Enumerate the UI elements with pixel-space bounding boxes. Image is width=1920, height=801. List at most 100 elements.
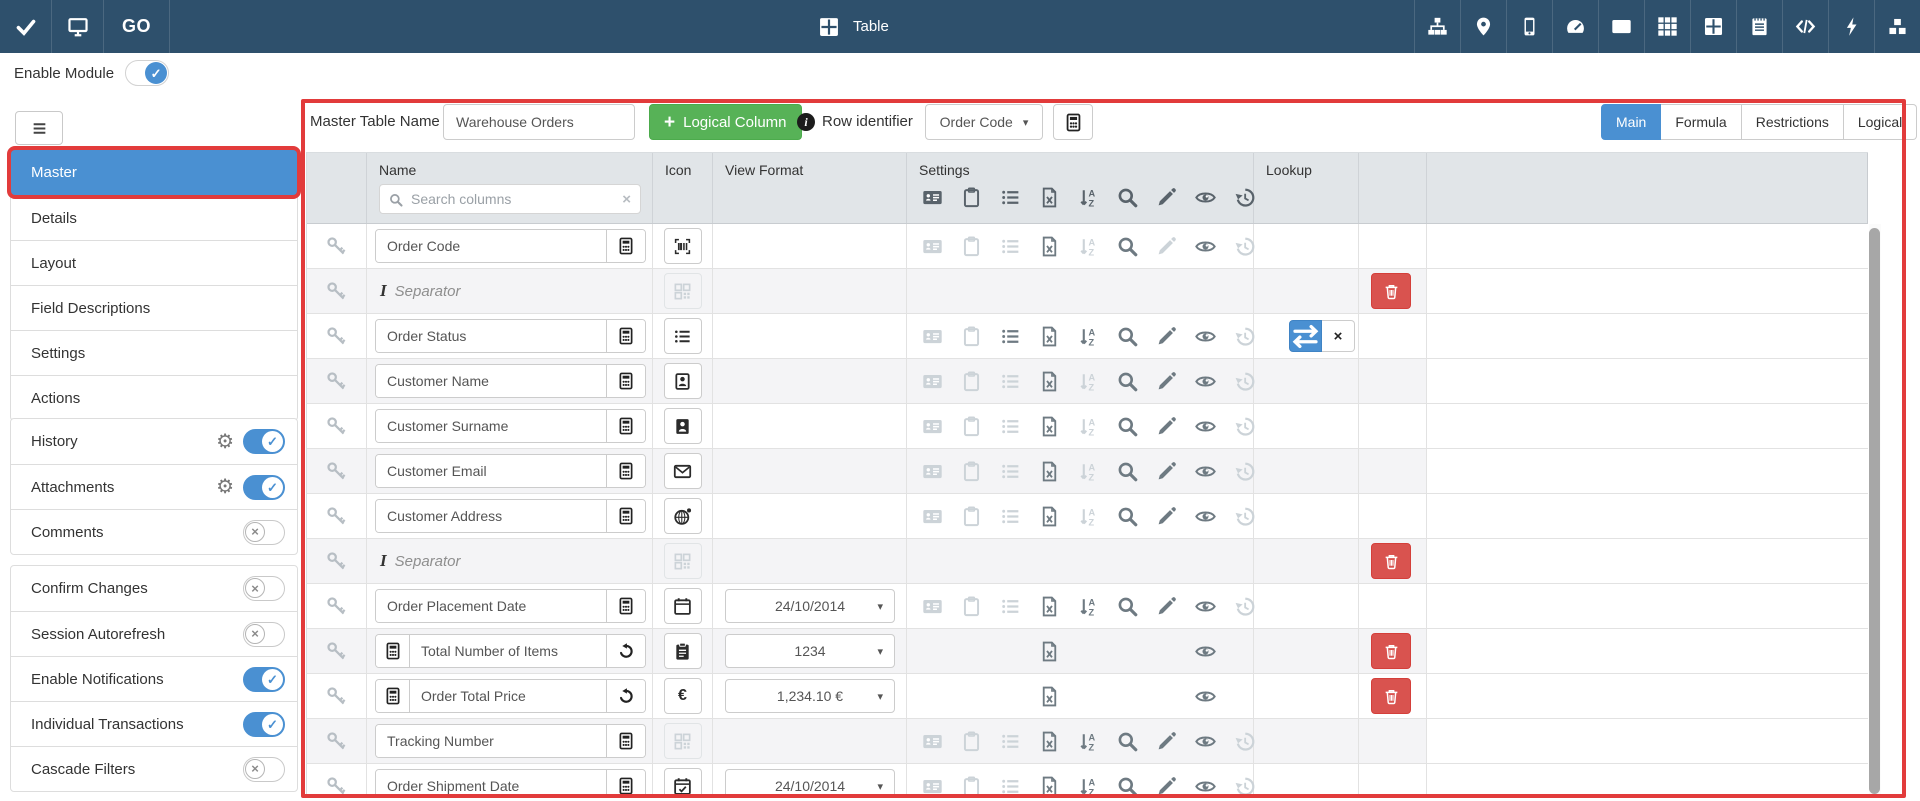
- setting-list-toggle[interactable]: [1000, 596, 1021, 617]
- column-icon-button[interactable]: [664, 228, 702, 264]
- setting-eye-toggle[interactable]: [1195, 641, 1216, 662]
- column-icon-button[interactable]: [664, 408, 702, 444]
- setting-clipboard-toggle[interactable]: [961, 596, 982, 617]
- column-icon-button[interactable]: [664, 543, 702, 579]
- view-format-select[interactable]: 1,234.10 €▾: [725, 679, 895, 713]
- setting-eye-toggle[interactable]: [1195, 731, 1216, 752]
- setting-id-card-toggle[interactable]: [922, 596, 943, 617]
- row-handle[interactable]: [307, 404, 367, 448]
- individual-transactions-toggle[interactable]: ✓: [243, 712, 285, 737]
- delete-row-button[interactable]: [1371, 678, 1411, 714]
- setting-id-card-toggle[interactable]: [922, 506, 943, 527]
- column-name-input[interactable]: [376, 230, 606, 262]
- cascade-filters-toggle[interactable]: ×: [243, 757, 285, 782]
- setting-clipboard-toggle[interactable]: [961, 506, 982, 527]
- column-name-input[interactable]: [376, 320, 606, 352]
- sidebar-item-attachments[interactable]: Attachments⚙✓: [11, 464, 297, 509]
- calc-button[interactable]: [606, 500, 645, 532]
- setting-history-toggle[interactable]: [1234, 596, 1255, 617]
- column-name-input[interactable]: [376, 455, 606, 487]
- undo-button[interactable]: [606, 680, 645, 712]
- setting-search-toggle[interactable]: [1117, 236, 1138, 257]
- setting-file-excel-toggle[interactable]: [1039, 371, 1060, 392]
- setting-pencil-toggle[interactable]: [1156, 686, 1177, 707]
- setting-list-toggle[interactable]: [1000, 371, 1021, 392]
- tab-logical[interactable]: Logical: [1844, 104, 1917, 140]
- setting-search-toggle[interactable]: [1117, 461, 1138, 482]
- setting-clipboard-toggle[interactable]: [961, 776, 982, 797]
- calc-button[interactable]: [606, 590, 645, 622]
- setting-file-excel-toggle[interactable]: [1039, 416, 1060, 437]
- navbar-id-card-button[interactable]: [1598, 0, 1644, 53]
- formula-calc-button[interactable]: [376, 680, 410, 712]
- session-autorefresh-toggle[interactable]: ×: [243, 622, 285, 647]
- setting-eye-toggle[interactable]: [1195, 461, 1216, 482]
- setting-file-excel-toggle[interactable]: [1039, 641, 1060, 662]
- view-format-select[interactable]: 1234▾: [725, 634, 895, 668]
- navbar-code-button[interactable]: [1782, 0, 1828, 53]
- tab-formula[interactable]: Formula: [1661, 104, 1741, 140]
- view-format-select[interactable]: 24/10/2014▾: [725, 769, 895, 798]
- setting-search-toggle[interactable]: [1117, 641, 1138, 662]
- setting-clipboard-toggle[interactable]: [961, 371, 982, 392]
- delete-row-button[interactable]: [1371, 633, 1411, 669]
- navbar-monitor-button[interactable]: [52, 0, 104, 53]
- column-name-input[interactable]: [410, 680, 606, 712]
- setting-pencil-toggle[interactable]: [1156, 731, 1177, 752]
- enable-module-toggle[interactable]: ✓: [125, 60, 169, 86]
- calc-button[interactable]: [606, 725, 645, 757]
- navbar-bolt-button[interactable]: [1828, 0, 1874, 53]
- setting-file-excel-toggle[interactable]: [1039, 236, 1060, 257]
- navbar-grid-3x3-button[interactable]: [1644, 0, 1690, 53]
- column-name-input[interactable]: [376, 770, 606, 798]
- setting-eye-toggle[interactable]: [1195, 326, 1216, 347]
- column-icon-button[interactable]: [664, 498, 702, 534]
- search-columns-input[interactable]: [411, 191, 614, 207]
- setting-list-toggle[interactable]: [1000, 731, 1021, 752]
- setting-id-card-toggle[interactable]: [922, 416, 943, 437]
- setting-sort-alpha-toggle[interactable]: AZ: [1078, 731, 1099, 752]
- setting-history-toggle[interactable]: [1234, 686, 1255, 707]
- setting-history-toggle[interactable]: [1234, 641, 1255, 662]
- setting-id-card-toggle[interactable]: [922, 461, 943, 482]
- column-icon-button[interactable]: [664, 363, 702, 399]
- column-name-input[interactable]: [376, 725, 606, 757]
- setting-eye-toggle[interactable]: [1195, 596, 1216, 617]
- setting-sort-alpha-toggle[interactable]: AZ: [1078, 371, 1099, 392]
- setting-sort-alpha-toggle[interactable]: AZ: [1078, 506, 1099, 527]
- confirm-changes-toggle[interactable]: ×: [243, 576, 285, 601]
- setting-sort-alpha-toggle[interactable]: AZ: [1078, 461, 1099, 482]
- master-table-name-input[interactable]: [443, 104, 635, 140]
- setting-search-toggle[interactable]: [1117, 506, 1138, 527]
- navbar-sitemap-button[interactable]: [1414, 0, 1460, 53]
- formula-calc-button[interactable]: [376, 635, 410, 667]
- setting-id-card-toggle[interactable]: [922, 686, 943, 707]
- column-name-input[interactable]: [376, 590, 606, 622]
- row-handle[interactable]: [307, 629, 367, 673]
- setting-history-toggle[interactable]: [1234, 776, 1255, 797]
- setting-list-toggle[interactable]: [1000, 416, 1021, 437]
- column-name-input[interactable]: [376, 410, 606, 442]
- setting-pencil-toggle[interactable]: [1156, 371, 1177, 392]
- row-handle[interactable]: [307, 719, 367, 763]
- navbar-go-button[interactable]: GO: [104, 0, 170, 53]
- setting-search-toggle[interactable]: [1117, 731, 1138, 752]
- setting-search-toggle[interactable]: [1117, 686, 1138, 707]
- delete-row-button[interactable]: [1371, 543, 1411, 579]
- row-handle[interactable]: [307, 359, 367, 403]
- setting-list-toggle[interactable]: [1000, 236, 1021, 257]
- navbar-cubes-button[interactable]: [1874, 0, 1920, 53]
- column-icon-button[interactable]: [664, 318, 702, 354]
- sidebar-item-history[interactable]: History⚙✓: [11, 419, 297, 464]
- clear-search-icon[interactable]: ×: [622, 191, 631, 208]
- view-format-select[interactable]: 24/10/2014▾: [725, 589, 895, 623]
- column-name-input[interactable]: [410, 635, 606, 667]
- setting-clipboard-toggle[interactable]: [961, 416, 982, 437]
- setting-eye-toggle[interactable]: [1195, 506, 1216, 527]
- setting-search-toggle[interactable]: [1117, 596, 1138, 617]
- sidebar-item-settings[interactable]: Settings: [11, 330, 297, 375]
- setting-id-card-toggle[interactable]: [922, 371, 943, 392]
- setting-search-toggle[interactable]: [1117, 416, 1138, 437]
- sidebar-item-session-autorefresh[interactable]: Session Autorefresh×: [11, 611, 297, 656]
- setting-id-card-toggle[interactable]: [922, 776, 943, 797]
